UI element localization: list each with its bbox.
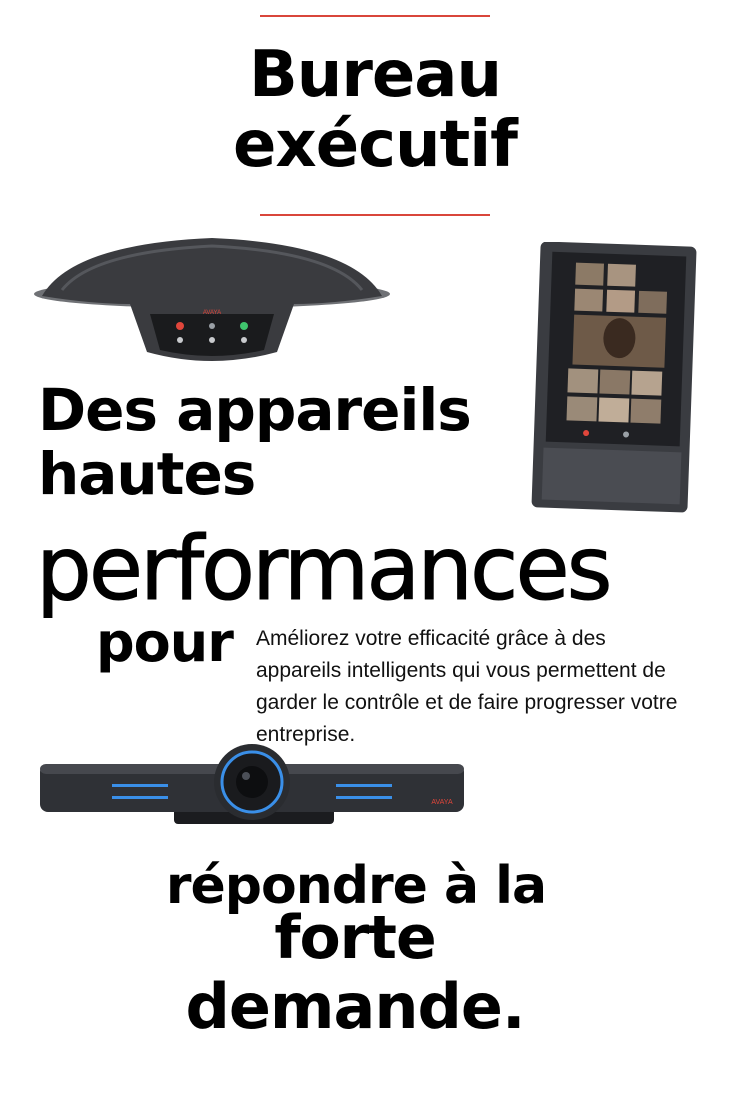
headline-line2: hautes: [38, 440, 256, 508]
page-title-line1: Bureau: [248, 38, 502, 112]
top-divider: [260, 15, 490, 17]
camera-bar-image: AVAYA: [40, 744, 464, 824]
speakerphone-brand: AVAYA: [203, 310, 221, 316]
video-tablet-image: [531, 242, 697, 513]
headline-line3: performances: [35, 517, 612, 620]
page-title-line2: exécutif: [233, 108, 518, 182]
closing-line3: demande.: [185, 970, 526, 1043]
speakerphone-image: AVAYA: [34, 238, 390, 361]
headline-line4: pour: [96, 611, 234, 674]
bottom-divider: [260, 214, 490, 216]
closing-line2: forte: [274, 903, 436, 973]
headline-line1: Des appareils: [38, 376, 472, 444]
description-text: Améliorez votre efficacité grâce à des a…: [256, 627, 678, 746]
camera-brand: AVAYA: [431, 799, 453, 806]
